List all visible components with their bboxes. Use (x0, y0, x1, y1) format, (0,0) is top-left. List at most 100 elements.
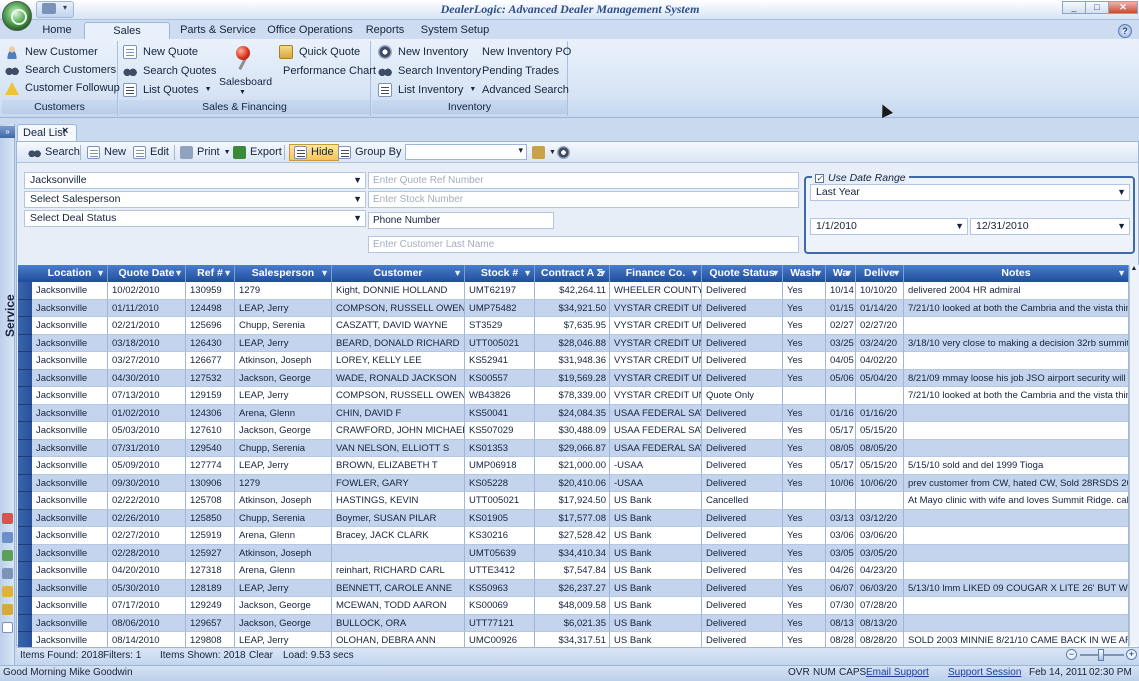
row-selector[interactable] (18, 544, 32, 562)
row-selector[interactable] (18, 614, 32, 632)
tab-parts-service[interactable]: Parts & Service (176, 22, 260, 39)
sidebar-shortcut-icon[interactable] (2, 586, 13, 597)
search-customers-button[interactable]: Search Customers (2, 61, 117, 79)
minimize-button[interactable]: _ (1062, 1, 1086, 14)
tab-office-operations[interactable]: Office Operations (266, 22, 354, 39)
row-selector[interactable] (18, 579, 32, 597)
close-tab-icon[interactable]: × (62, 125, 68, 137)
group-by-button[interactable]: Group By (338, 144, 401, 161)
date-from-select[interactable]: 1/1/2010 ▼ (810, 218, 968, 235)
row-selector[interactable] (18, 282, 32, 300)
sidebar-shortcut-icon[interactable] (2, 550, 13, 561)
column-header-ref-number[interactable]: Ref # ▼ (186, 265, 235, 282)
tab-home[interactable]: Home (33, 22, 81, 39)
new-customer-button[interactable]: New Customer (2, 43, 117, 61)
customer-followup-button[interactable]: Customer Followup (2, 79, 120, 97)
clear-filters-button[interactable]: Clear (249, 650, 273, 661)
column-header-salesperson[interactable]: Salesperson ▼ (235, 265, 332, 282)
column-filter-icon[interactable]: ▼ (892, 265, 901, 282)
column-filter-icon[interactable]: ▼ (771, 265, 780, 282)
search-button[interactable]: Search (28, 144, 80, 161)
export-button[interactable]: Export (233, 144, 282, 161)
column-header-wa[interactable]: Wa ▼ (826, 265, 856, 282)
sidebar-shortcut-icon[interactable] (2, 604, 13, 615)
row-selector[interactable] (18, 474, 32, 492)
column-header-finance-company[interactable]: Finance Co. ▼ (610, 265, 702, 282)
column-filter-icon[interactable]: ▼ (174, 265, 183, 282)
tab-system-setup[interactable]: System Setup (418, 22, 492, 39)
zoom-out-icon[interactable]: − (1066, 649, 1077, 660)
quick-access-folder-icon[interactable] (42, 3, 56, 14)
expand-sidebar-icon[interactable]: » (0, 126, 15, 138)
scroll-up-icon[interactable]: ▲ (1129, 265, 1139, 277)
checkbox-checked-icon[interactable]: ✓ (815, 173, 824, 183)
sidebar-shortcut-icon[interactable] (2, 532, 13, 543)
list-inventory-button[interactable]: List Inventory ▼ (378, 81, 476, 99)
tab-sales-operations[interactable]: Sales Operations (84, 22, 170, 54)
phone-number-input[interactable]: Phone Number (368, 212, 554, 229)
search-quotes-button[interactable]: Search Quotes (123, 62, 216, 80)
performance-chart-button[interactable]: Performance Chart (283, 62, 376, 80)
tab-reports[interactable]: Reports (361, 22, 409, 39)
column-filter-icon[interactable]: ▼ (844, 265, 853, 282)
row-selector[interactable] (18, 422, 32, 440)
column-filter-icon[interactable]: ▼ (814, 265, 823, 282)
quote-ref-input[interactable]: Enter Quote Ref Number (368, 172, 799, 189)
row-selector[interactable] (18, 492, 32, 510)
support-session-link[interactable]: Support Session (948, 667, 1021, 678)
help-icon[interactable]: ? (1118, 24, 1132, 38)
date-range-preset-select[interactable]: Last Year ▼ (810, 184, 1130, 201)
row-selector[interactable] (18, 352, 32, 370)
column-filter-icon[interactable]: ▼ (598, 265, 607, 282)
column-filter-icon[interactable]: ▼ (523, 265, 532, 282)
zoom-slider-thumb[interactable] (1098, 649, 1104, 661)
row-selector[interactable] (18, 439, 32, 457)
list-quotes-button[interactable]: List Quotes ▼ (123, 81, 212, 99)
vertical-scrollbar[interactable] (1129, 265, 1139, 646)
sidebar-shortcut-icon[interactable] (2, 568, 13, 579)
use-date-range-checkbox[interactable]: ✓ Use Date Range (812, 172, 909, 184)
column-header-quote-status[interactable]: Quote Status ▼ (702, 265, 783, 282)
quick-access-dropdown-icon[interactable]: ▾ (63, 3, 67, 12)
new-button[interactable]: New (87, 144, 126, 161)
app-menu-orb-icon[interactable] (2, 1, 32, 31)
new-quote-button[interactable]: New Quote (123, 43, 198, 61)
row-selector[interactable] (18, 527, 32, 545)
group-by-select[interactable] (405, 144, 527, 160)
hide-filters-button[interactable]: Hide (289, 144, 339, 161)
row-selector[interactable] (18, 562, 32, 580)
column-filter-icon[interactable]: ▼ (1117, 265, 1126, 282)
column-filter-icon[interactable]: ▼ (96, 265, 105, 282)
column-header-stock-number[interactable]: Stock # ▼ (465, 265, 535, 282)
edit-button[interactable]: Edit (133, 144, 169, 161)
column-header-delivered[interactable]: Delive ▼ (856, 265, 904, 282)
column-header-notes[interactable]: Notes ▼ (904, 265, 1129, 282)
maximize-button[interactable]: □ (1085, 1, 1109, 14)
row-selector[interactable] (18, 387, 32, 405)
row-selector[interactable] (18, 317, 32, 335)
close-button[interactable]: ✕ (1108, 1, 1138, 14)
column-header-customer[interactable]: Customer ▼ (332, 265, 465, 282)
print-button[interactable]: Print ▼ (180, 144, 231, 161)
column-filter-icon[interactable]: ▼ (453, 265, 462, 282)
layout-options-button[interactable]: ▼ (532, 144, 556, 161)
pending-trades-button[interactable]: Pending Trades (482, 62, 559, 80)
service-sidebar-label[interactable]: Service (3, 294, 17, 337)
new-inventory-button[interactable]: New Inventory (378, 43, 468, 61)
sidebar-shortcut-icon[interactable] (2, 622, 13, 633)
sidebar-shortcut-icon[interactable] (2, 513, 13, 524)
email-support-link[interactable]: Email Support (866, 667, 929, 678)
search-inventory-button[interactable]: Search Inventory (378, 62, 481, 80)
column-header-quote-date[interactable]: Quote Date ▼ (108, 265, 186, 282)
row-selector[interactable] (18, 457, 32, 475)
quick-quote-button[interactable]: Quick Quote (279, 43, 360, 61)
deal-status-select[interactable]: Select Deal Status ▼ (24, 210, 366, 227)
column-header-location[interactable]: Location ▼ (32, 265, 108, 282)
salesboard-pin-icon[interactable] (236, 46, 250, 60)
column-filter-icon[interactable]: ▼ (223, 265, 232, 282)
salesboard-chevron-down-icon[interactable]: ▼ (239, 89, 246, 96)
refresh-button[interactable] (557, 144, 574, 161)
row-selector[interactable] (18, 404, 32, 422)
new-inventory-po-button[interactable]: New Inventory PO (482, 43, 571, 61)
row-selector[interactable] (18, 597, 32, 615)
